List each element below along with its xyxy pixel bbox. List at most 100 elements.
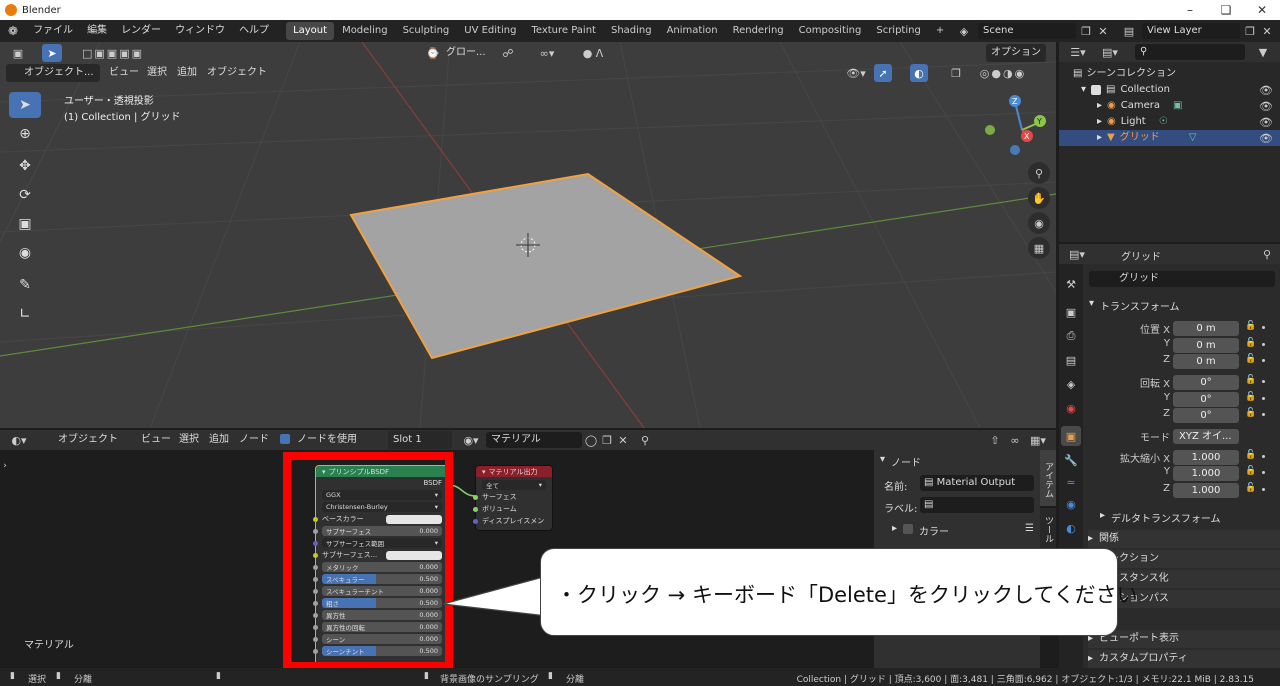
menu-window[interactable]: ウィンドウ [168, 20, 232, 42]
rotation-x-field[interactable]: 0° [1173, 375, 1239, 390]
properties-editor-icon[interactable]: ▤▾ [1065, 246, 1089, 262]
display-mode-icon[interactable]: ▤▾ [1097, 44, 1123, 60]
tool-select[interactable]: ➤ [9, 92, 41, 118]
viewport-3d[interactable]: ▣ ➤ □▣▣▣▣ ⌚ グロー... ☍ ∞▾ ● Λ オプション オブジェクト… [0, 42, 1056, 428]
material-output-node[interactable]: ▾ マテリアル出力 全て ▾ サーフェス ボリューム ディスプレイスメン [473, 465, 553, 531]
tab-view-layer-icon[interactable]: ▤ [1061, 350, 1081, 370]
hide-grid-icon[interactable]: 👁 [1259, 130, 1273, 146]
keyframe-dot[interactable] [1262, 471, 1265, 474]
tool-move[interactable]: ✥ [9, 153, 41, 179]
tab-render-icon[interactable]: ▣ [1061, 302, 1081, 322]
keyframe-dot[interactable] [1262, 413, 1265, 416]
tab-world-icon[interactable]: ◉ [1061, 398, 1081, 418]
keyframe-dot[interactable] [1262, 455, 1265, 458]
xray-icon[interactable]: ❐ [948, 64, 964, 82]
gizmo-icon[interactable]: ➚ [874, 64, 892, 82]
shading-modes-icon[interactable]: ◎●◑◉ [968, 64, 1038, 82]
lock-icon[interactable]: 🔓 [1245, 466, 1256, 476]
section-viewport-display[interactable]: ▸ ビューポート表示 [1088, 630, 1280, 648]
pivot-icon[interactable]: ☍ [498, 44, 518, 62]
tab-shading[interactable]: Shading [604, 22, 659, 40]
keyframe-dot[interactable] [1262, 488, 1265, 491]
keyframe-dot[interactable] [1262, 397, 1265, 400]
tab-object-icon[interactable]: ▣ [1061, 426, 1081, 446]
options-dropdown[interactable]: オプション [986, 44, 1046, 62]
scene-icon[interactable]: ◈ [952, 23, 976, 39]
hide-camera-icon[interactable]: 👁 [1259, 98, 1273, 114]
tool-measure[interactable]: ∟ [9, 301, 41, 327]
close-icon[interactable]: ✕ [1244, 0, 1280, 20]
scene-copy-icon[interactable]: ❐ [1078, 23, 1094, 39]
viewport-menu-object[interactable]: オブジェクト [202, 64, 272, 82]
hide-light-icon[interactable]: 👁 [1259, 114, 1273, 130]
scale-y-field[interactable]: 1.000 [1173, 466, 1239, 481]
expand-icon[interactable]: ▸ [1097, 130, 1102, 146]
minimize-icon[interactable]: – [1172, 0, 1208, 20]
view-layer-remove-icon[interactable]: ✕ [1260, 23, 1274, 39]
lock-icon[interactable]: 🔓 [1245, 354, 1256, 364]
tab-constraints-icon[interactable]: ◐ [1061, 518, 1081, 538]
scene-field[interactable]: Scene [978, 23, 1076, 39]
keyframe-dot[interactable] [1262, 343, 1265, 346]
outliner-item-collection[interactable]: ▾ ▤ Collection [1081, 82, 1280, 98]
section-relations[interactable]: ▸ 関係 [1088, 530, 1280, 548]
view-layer-icon[interactable]: ▤ [1118, 23, 1140, 39]
lock-icon[interactable]: 🔓 [1245, 375, 1256, 385]
viewport-menu-add[interactable]: 追加 [172, 64, 202, 82]
rotation-mode-dropdown[interactable]: XYZ オイ... [1173, 429, 1239, 444]
lock-icon[interactable]: 🔓 [1245, 450, 1256, 460]
hide-collection-icon[interactable]: 👁 [1259, 82, 1273, 98]
color-checkbox[interactable] [903, 524, 914, 534]
tab-particles-icon[interactable]: ≃ [1061, 472, 1081, 492]
pin-icon[interactable]: ⚲ [1259, 246, 1275, 262]
keyframe-dot[interactable] [1262, 326, 1265, 329]
mesh-name-field[interactable]: グリッド [1089, 271, 1275, 287]
transform-orientation-icon[interactable]: ⌚ [425, 44, 441, 62]
snap-icon[interactable]: ∞▾ [525, 44, 569, 62]
tab-modifier-icon[interactable]: 🔧 [1061, 450, 1081, 470]
lock-icon[interactable]: 🔓 [1245, 483, 1256, 493]
checkbox-icon[interactable] [1091, 85, 1102, 95]
scale-z-field[interactable]: 1.000 [1173, 483, 1239, 498]
outliner-item-light[interactable]: ▸ ◉ Light ☉ [1097, 114, 1280, 130]
tab-rendering[interactable]: Rendering [726, 22, 791, 40]
pan-hand-icon[interactable]: ✋ [1028, 187, 1050, 209]
outliner-item-camera[interactable]: ▸ ◉ Camera ▣ [1097, 98, 1280, 114]
menu-edit[interactable]: 編集 [80, 20, 114, 42]
ortho-grid-icon[interactable]: ▦ [1028, 237, 1050, 259]
tab-modeling[interactable]: Modeling [335, 22, 395, 40]
outliner-item-grid[interactable]: ▸ ▼ グリッド ▽ [1059, 130, 1280, 146]
tool-rotate[interactable]: ⟳ [9, 182, 41, 208]
lock-icon[interactable]: 🔓 [1245, 321, 1256, 331]
location-z-field[interactable]: 0 m [1173, 354, 1239, 369]
location-x-field[interactable]: 0 m [1173, 321, 1239, 336]
tool-annotate[interactable]: ✎ [9, 272, 41, 298]
list-icon[interactable]: ☰ [1025, 523, 1034, 538]
outliner-search[interactable]: ⚲ [1135, 44, 1245, 60]
transform-orientation-dropdown[interactable]: グロー... [441, 44, 491, 62]
restore-icon[interactable]: ❏ [1208, 0, 1244, 20]
tab-layout[interactable]: Layout [286, 22, 335, 40]
input-socket[interactable] [473, 494, 478, 500]
tab-uv-editing[interactable]: UV Editing [457, 22, 523, 40]
sidebar-tab-item[interactable]: アイテム [1040, 450, 1056, 506]
target-dropdown[interactable]: 全て ▾ [482, 480, 546, 490]
lock-icon[interactable]: 🔓 [1245, 392, 1256, 402]
outliner-editor-icon[interactable]: ☰▾ [1065, 44, 1091, 60]
viewport-menu-view[interactable]: ビュー [104, 64, 144, 82]
viewport-menu-select[interactable]: 選択 [142, 64, 172, 82]
node-section-header[interactable]: ▾ ノード [880, 454, 921, 469]
editor-type-icon[interactable]: ▣ [6, 44, 30, 62]
location-y-field[interactable]: 0 m [1173, 338, 1239, 353]
node-label-field[interactable]: ▤ [920, 497, 1034, 513]
lock-icon[interactable]: 🔓 [1245, 408, 1256, 418]
expand-icon[interactable]: ▸ [1097, 114, 1102, 130]
rotation-z-field[interactable]: 0° [1173, 408, 1239, 423]
visibility-icon[interactable]: 👁▾ [842, 64, 870, 82]
output-node-header[interactable]: ▾ マテリアル出力 [476, 466, 552, 477]
input-socket[interactable] [473, 506, 478, 512]
sidebar-tab-tool[interactable]: ツール [1040, 508, 1056, 548]
mode-dropdown[interactable]: オブジェクト... [6, 64, 100, 82]
camera-view-icon[interactable]: ◉ [1028, 212, 1050, 234]
menu-help[interactable]: ヘルプ [232, 20, 276, 42]
